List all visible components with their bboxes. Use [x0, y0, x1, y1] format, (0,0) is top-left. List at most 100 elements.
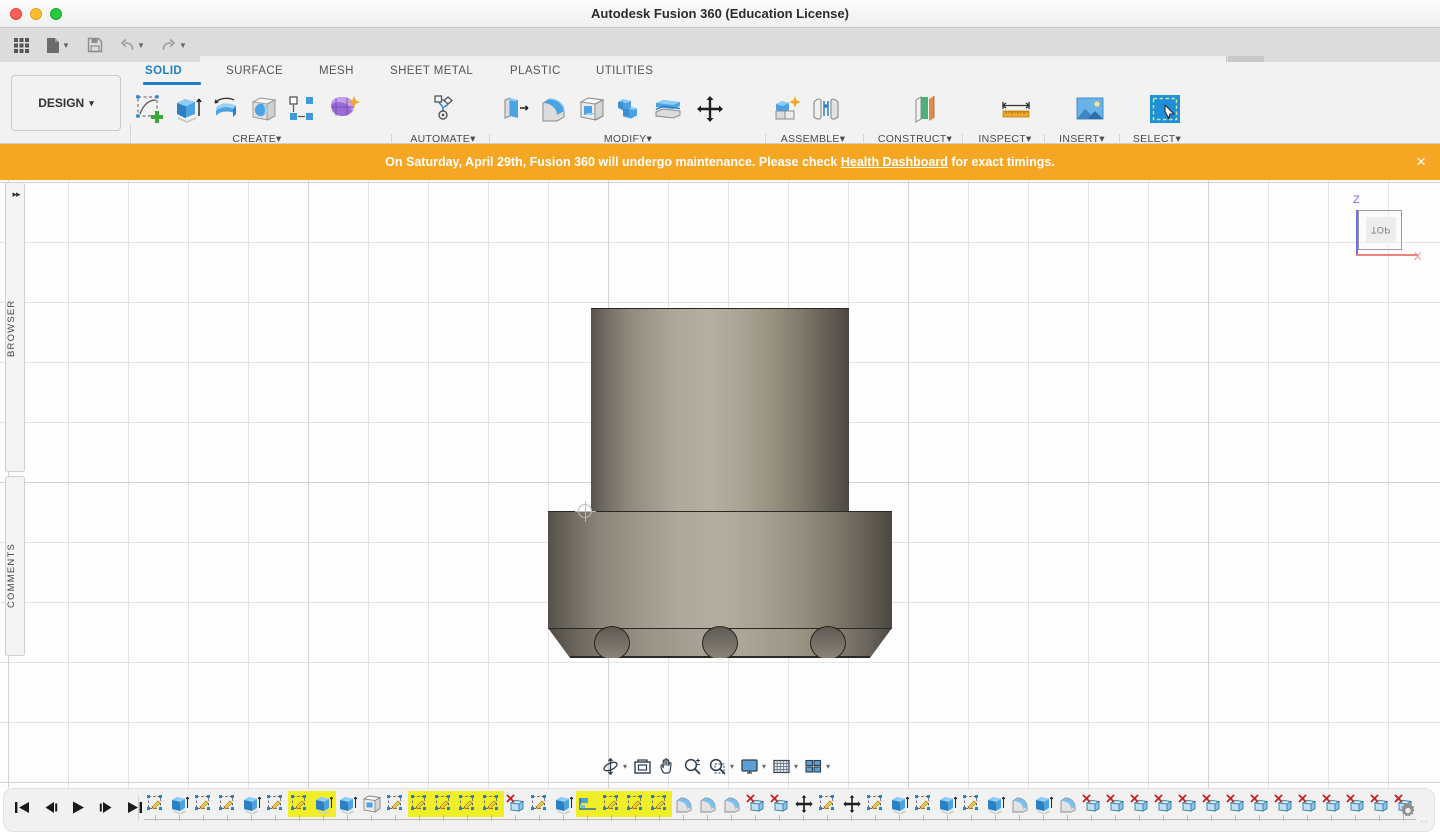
timeline-feature-fillet-23[interactable]: [696, 791, 720, 817]
timeline-feature-sketch-16[interactable]: [528, 791, 552, 817]
timeline-feature-extrude-31[interactable]: [888, 791, 912, 817]
minimize-window-button[interactable]: [30, 8, 42, 20]
timeline-feature-track[interactable]: ··: [144, 789, 1428, 833]
timeline-feature-cut-50[interactable]: [1344, 791, 1368, 817]
move-copy-icon[interactable]: [687, 87, 733, 131]
insert-image-icon[interactable]: [1071, 87, 1109, 131]
view-cube[interactable]: Z X TOP: [1336, 188, 1422, 268]
timeline-feature-sketch-14[interactable]: [480, 791, 504, 817]
timeline-feature-extrude-37[interactable]: [1032, 791, 1056, 817]
timeline-feature-shell-9[interactable]: [360, 791, 384, 817]
combine-icon[interactable]: [611, 87, 649, 131]
step-forward-button[interactable]: [94, 792, 118, 822]
tab-sheet-metal[interactable]: SHEET METAL: [390, 65, 473, 77]
press-pull-icon[interactable]: [497, 87, 535, 131]
timeline-feature-fillet-24[interactable]: [720, 791, 744, 817]
timeline-feature-cut-44[interactable]: [1200, 791, 1224, 817]
timeline-feature-sketch-2[interactable]: [192, 791, 216, 817]
workspace-selector-button[interactable]: DESIGN ▾: [11, 75, 121, 131]
offset-face-icon[interactable]: [649, 87, 687, 131]
3d-viewport[interactable]: ▸▸ BROWSER COMMENTS Z X TOP ▾ ▾ ▾ ▾ ▾: [0, 180, 1440, 788]
timeline-feature-sketch-3[interactable]: [216, 791, 240, 817]
timeline-feature-extrude-8[interactable]: [336, 791, 360, 817]
timeline-feature-sketch-30[interactable]: [864, 791, 888, 817]
timeline-feature-sketch-28[interactable]: [816, 791, 840, 817]
viewcube-box[interactable]: TOP: [1358, 210, 1402, 250]
tab-mesh[interactable]: MESH: [319, 65, 354, 77]
viewports-icon[interactable]: ▾: [801, 753, 833, 779]
sphere-icon[interactable]: [245, 87, 283, 131]
timeline-feature-fillet-36[interactable]: [1008, 791, 1032, 817]
timeline-feature-extrude-17[interactable]: [552, 791, 576, 817]
expand-browser-icon[interactable]: ▸▸: [6, 189, 26, 200]
display-settings-icon[interactable]: ▾: [737, 753, 769, 779]
tab-utilities[interactable]: UTILITIES: [596, 65, 653, 77]
close-banner-button[interactable]: ×: [1416, 153, 1426, 170]
timeline-feature-sketch-5[interactable]: [264, 791, 288, 817]
timeline-feature-cut-26[interactable]: [768, 791, 792, 817]
step-back-button[interactable]: [38, 792, 62, 822]
timeline-feature-sketch-10[interactable]: [384, 791, 408, 817]
tab-surface[interactable]: SURFACE: [226, 65, 283, 77]
file-icon[interactable]: ▼: [38, 31, 78, 59]
timeline-feature-sketch-12[interactable]: [432, 791, 456, 817]
timeline-feature-cut-40[interactable]: [1104, 791, 1128, 817]
timeline-feature-cut-51[interactable]: [1368, 791, 1392, 817]
timeline-feature-cut-48[interactable]: [1296, 791, 1320, 817]
browser-rail[interactable]: ▸▸ BROWSER: [5, 182, 25, 472]
maximize-window-button[interactable]: [50, 8, 62, 20]
grid-apps-icon[interactable]: [6, 31, 36, 59]
tab-solid[interactable]: SOLID: [145, 65, 182, 77]
viewcube-face-label[interactable]: TOP: [1366, 217, 1396, 243]
timeline-feature-fillet-38[interactable]: [1056, 791, 1080, 817]
joint-icon[interactable]: [807, 87, 845, 131]
shell-icon[interactable]: [573, 87, 611, 131]
go-to-end-button[interactable]: [122, 792, 146, 822]
undo-icon[interactable]: ▼: [112, 31, 152, 59]
timeline-feature-sketch-21[interactable]: [648, 791, 672, 817]
timeline-feature-cut-25[interactable]: [744, 791, 768, 817]
select-cursor-icon[interactable]: [1146, 87, 1184, 131]
go-to-beginning-button[interactable]: [10, 792, 34, 822]
timeline-feature-sketch-32[interactable]: [912, 791, 936, 817]
timeline-feature-cut-46[interactable]: [1248, 791, 1272, 817]
model-body[interactable]: [548, 308, 892, 788]
comments-rail[interactable]: COMMENTS: [5, 476, 25, 656]
timeline-feature-sketch-13[interactable]: [456, 791, 480, 817]
orbit-caret-icon[interactable]: ▾: [623, 762, 627, 771]
zoom-window-icon[interactable]: ▾: [705, 753, 737, 779]
orbit-icon[interactable]: ▾: [598, 753, 630, 779]
construct-plane-icon[interactable]: [910, 87, 948, 131]
fillet-icon[interactable]: [535, 87, 573, 131]
measure-icon[interactable]: [997, 87, 1035, 131]
extrude-icon[interactable]: [169, 87, 207, 131]
timeline-feature-extrude-4[interactable]: [240, 791, 264, 817]
automate-icon[interactable]: [424, 87, 462, 131]
traffic-light-buttons[interactable]: [10, 8, 62, 20]
zoom-window-caret-icon[interactable]: ▾: [730, 762, 734, 771]
timeline-feature-cut-42[interactable]: [1152, 791, 1176, 817]
timeline-feature-sketch-11[interactable]: [408, 791, 432, 817]
health-dashboard-link[interactable]: Health Dashboard: [841, 155, 948, 169]
display-settings-caret-icon[interactable]: ▾: [762, 762, 766, 771]
timeline-feature-extrude-1[interactable]: [168, 791, 192, 817]
play-button[interactable]: [66, 792, 90, 822]
timeline-feature-cut-39[interactable]: [1080, 791, 1104, 817]
timeline-feature-sketch-0[interactable]: [144, 791, 168, 817]
form-icon[interactable]: [321, 87, 367, 131]
pattern-icon[interactable]: [283, 87, 321, 131]
timeline-feature-cut-15[interactable]: [504, 791, 528, 817]
timeline-feature-move-29[interactable]: [840, 791, 864, 817]
viewports-caret-icon[interactable]: ▾: [826, 762, 830, 771]
timeline-feature-cut-43[interactable]: [1176, 791, 1200, 817]
grid-snaps-icon[interactable]: ▾: [769, 753, 801, 779]
timeline-feature-extrude-7[interactable]: [312, 791, 336, 817]
pan-icon[interactable]: [655, 753, 680, 779]
timeline-feature-mirror-18[interactable]: [576, 791, 600, 817]
timeline-feature-sketch-19[interactable]: [600, 791, 624, 817]
grid-snaps-caret-icon[interactable]: ▾: [794, 762, 798, 771]
zoom-icon[interactable]: [680, 753, 705, 779]
timeline-feature-fillet-22[interactable]: [672, 791, 696, 817]
tab-plastic[interactable]: PLASTIC: [510, 65, 561, 77]
close-window-button[interactable]: [10, 8, 22, 20]
